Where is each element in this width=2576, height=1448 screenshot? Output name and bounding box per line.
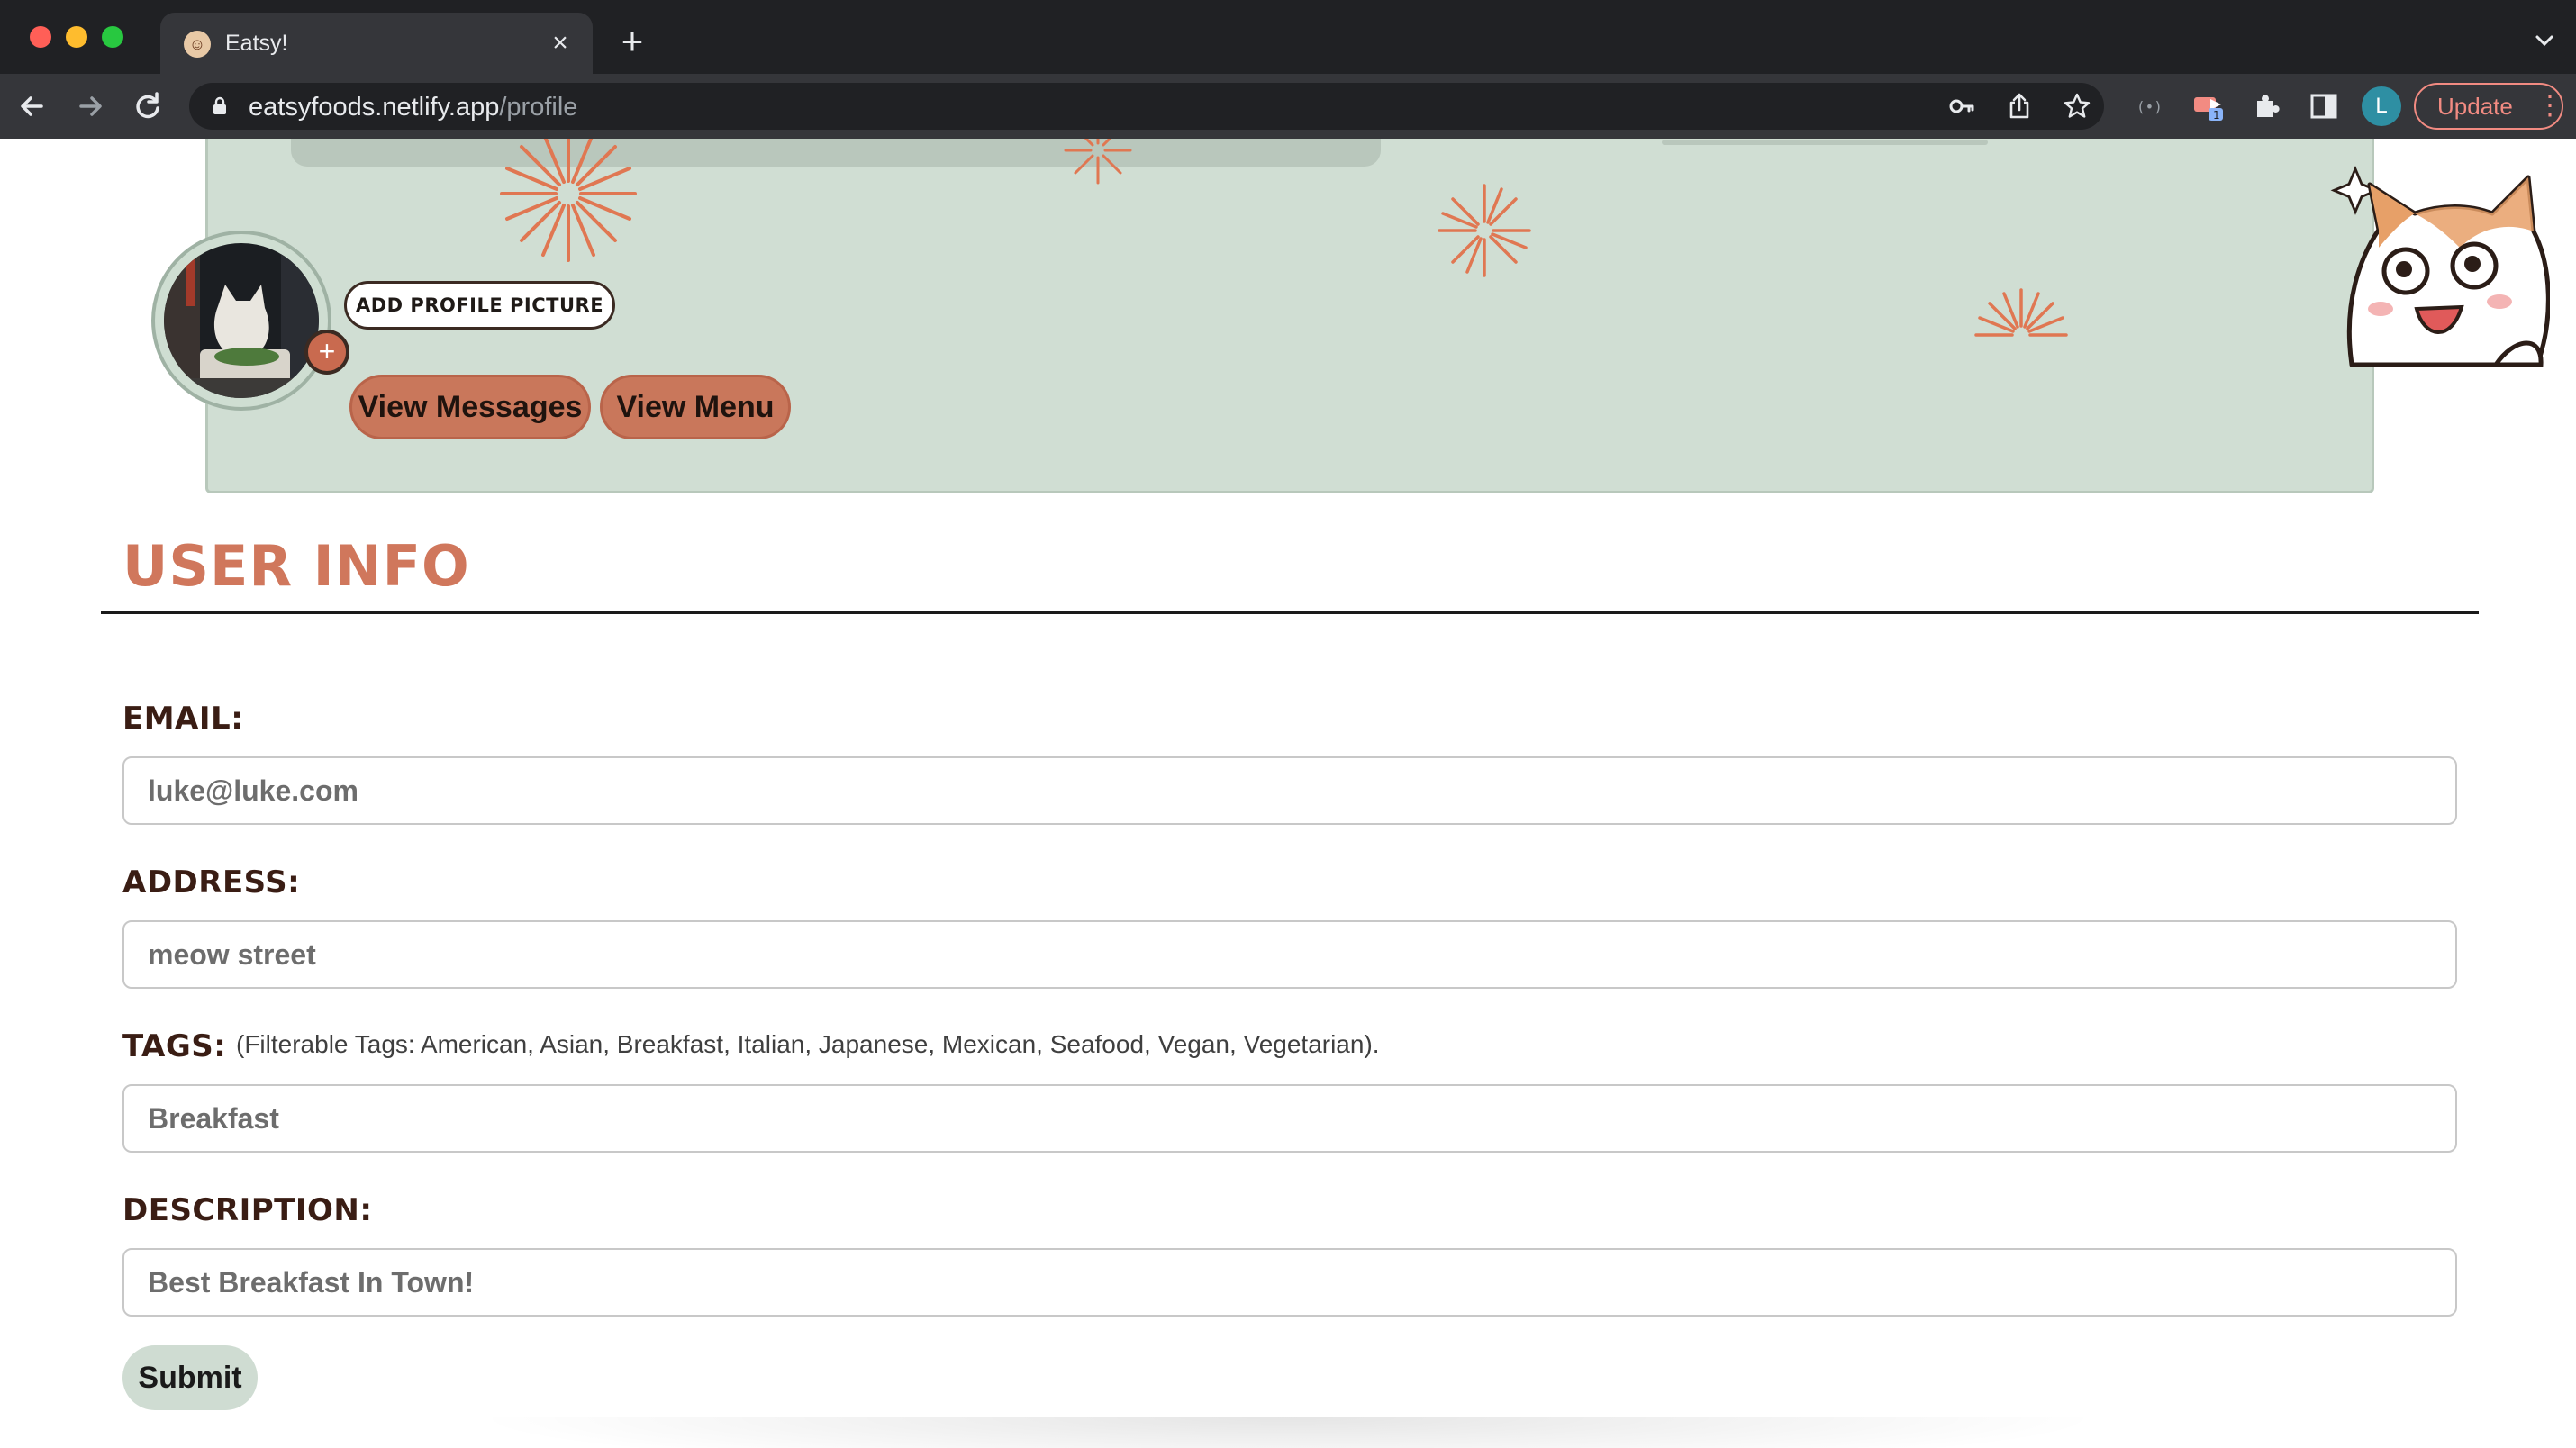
view-menu-button[interactable]: View Menu bbox=[600, 375, 791, 439]
description-field[interactable]: Best Breakfast In Town! bbox=[122, 1248, 2457, 1317]
media-icon[interactable]: (•) bbox=[2133, 90, 2165, 122]
browser-toolbar: eatsyfoods.netlify.app/profile (•) 1 bbox=[0, 74, 2576, 139]
window-close-button[interactable] bbox=[30, 26, 51, 48]
back-icon[interactable] bbox=[14, 88, 50, 124]
page-title: USER INFO bbox=[122, 533, 470, 599]
reload-icon[interactable] bbox=[130, 88, 166, 124]
profile-page: + ADD PROFILE PICTURE View Messages View… bbox=[0, 139, 2576, 1448]
cast-extension-icon[interactable]: 1 bbox=[2192, 90, 2225, 122]
puzzle-icon[interactable] bbox=[2250, 90, 2282, 122]
tab-close-icon[interactable]: × bbox=[544, 27, 576, 59]
tab-title: Eatsy! bbox=[225, 31, 288, 56]
footer-shadow bbox=[468, 1417, 2108, 1448]
star-icon[interactable] bbox=[2063, 92, 2091, 121]
extension-badge: 1 bbox=[2213, 109, 2220, 122]
add-profile-picture-button[interactable]: ADD PROFILE PICTURE bbox=[344, 281, 616, 330]
add-picture-plus-button[interactable]: + bbox=[304, 330, 349, 375]
key-icon[interactable] bbox=[1947, 92, 1976, 121]
tags-label: TAGS: bbox=[122, 1028, 227, 1064]
email-field[interactable]: luke@luke.com bbox=[122, 756, 2457, 825]
window-maximize-button[interactable] bbox=[102, 26, 123, 48]
url-path: /profile bbox=[499, 93, 578, 122]
favicon-icon: ☺ bbox=[184, 31, 211, 58]
description-label: DESCRIPTION: bbox=[122, 1192, 373, 1228]
forward-icon[interactable] bbox=[72, 88, 108, 124]
starburst-icon bbox=[1064, 139, 1132, 185]
url-text[interactable]: eatsyfoods.netlify.app/profile bbox=[249, 93, 577, 122]
tab-search-chevron-icon[interactable] bbox=[2531, 27, 2558, 54]
email-label: EMAIL: bbox=[122, 701, 244, 737]
kebab-menu-icon[interactable]: ⋮ bbox=[2536, 90, 2563, 122]
address-bar[interactable]: eatsyfoods.netlify.app/profile bbox=[189, 83, 2104, 130]
share-icon[interactable] bbox=[2005, 92, 2034, 121]
avatar[interactable] bbox=[151, 231, 331, 411]
address-label: ADDRESS: bbox=[122, 864, 301, 900]
lock-icon[interactable] bbox=[209, 95, 231, 117]
cat-mascot-icon bbox=[2330, 165, 2550, 367]
submit-button[interactable]: Submit bbox=[122, 1345, 258, 1410]
browser-tab-active[interactable]: ☺ Eatsy! × bbox=[160, 13, 593, 74]
tags-hint: (Filterable Tags: American, Asian, Break… bbox=[236, 1030, 1380, 1058]
banner-bar bbox=[291, 139, 1381, 167]
profile-avatar[interactable]: L bbox=[2362, 86, 2401, 126]
address-field[interactable]: meow street bbox=[122, 920, 2457, 989]
tags-field[interactable]: Breakfast bbox=[122, 1084, 2457, 1153]
view-messages-button[interactable]: View Messages bbox=[349, 375, 591, 439]
window-minimize-button[interactable] bbox=[66, 26, 87, 48]
profile-photo bbox=[164, 243, 319, 398]
sidebar-icon[interactable] bbox=[2308, 90, 2340, 122]
url-host: eatsyfoods.netlify.app bbox=[249, 93, 500, 122]
starburst-icon bbox=[1974, 288, 2068, 337]
divider bbox=[101, 611, 2479, 614]
new-tab-button[interactable]: + bbox=[612, 23, 652, 63]
browser-tab-bar: ☺ Eatsy! × + bbox=[0, 0, 2576, 74]
banner-line bbox=[1662, 140, 1988, 145]
svg-text:(•): (•) bbox=[2136, 98, 2163, 115]
starburst-icon bbox=[500, 139, 637, 262]
starburst-icon bbox=[1438, 184, 1531, 277]
